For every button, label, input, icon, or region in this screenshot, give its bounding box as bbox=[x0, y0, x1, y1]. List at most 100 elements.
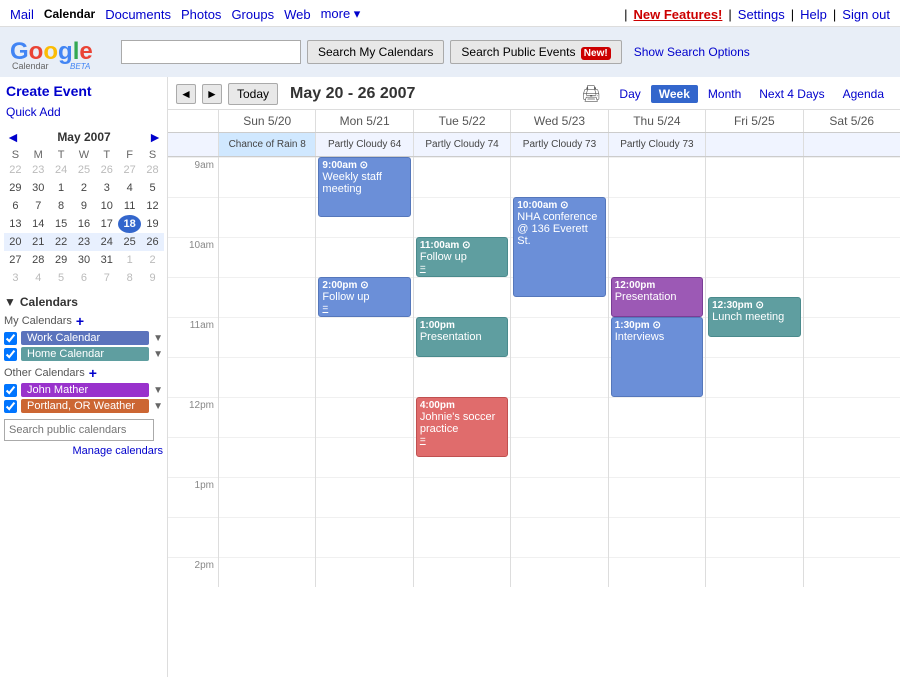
mini-cal-prev[interactable]: ◄ bbox=[4, 129, 22, 145]
search-input[interactable] bbox=[121, 40, 301, 64]
today-button[interactable]: Today bbox=[228, 83, 278, 105]
mini-cal-day[interactable]: 21 bbox=[27, 233, 50, 251]
view-month-button[interactable]: Month bbox=[700, 85, 749, 103]
mini-cal-day[interactable]: 14 bbox=[27, 215, 50, 233]
mini-cal-day[interactable]: 26 bbox=[141, 233, 164, 251]
new-features-link[interactable]: New Features! bbox=[634, 7, 723, 22]
day-column[interactable]: 10:00am ⊙NHA conference @ 136 Everett St… bbox=[510, 157, 607, 587]
mini-cal-day[interactable]: 10 bbox=[95, 197, 118, 215]
mini-cal-day[interactable]: 4 bbox=[118, 179, 141, 197]
mini-cal-day[interactable]: 8 bbox=[50, 197, 73, 215]
home-calendar-dropdown[interactable]: ▼ bbox=[153, 349, 163, 360]
create-event-link[interactable]: Create Event bbox=[4, 81, 163, 101]
add-other-calendar-button[interactable]: + bbox=[89, 365, 97, 381]
mini-cal-day[interactable]: 27 bbox=[4, 251, 27, 269]
mini-cal-day[interactable]: 3 bbox=[4, 269, 27, 287]
mini-cal-day[interactable]: 23 bbox=[73, 233, 96, 251]
calendar-event[interactable]: 1:30pm ⊙Interviews bbox=[611, 317, 703, 397]
prev-week-button[interactable]: ◄ bbox=[176, 84, 196, 104]
view-next4days-button[interactable]: Next 4 Days bbox=[751, 85, 832, 103]
mini-cal-day[interactable]: 29 bbox=[50, 251, 73, 269]
day-column[interactable] bbox=[218, 157, 315, 587]
print-icon[interactable]: 🖨 bbox=[581, 84, 601, 104]
settings-link[interactable]: Settings bbox=[738, 7, 785, 22]
mini-cal-day[interactable]: 30 bbox=[27, 179, 50, 197]
mini-cal-day[interactable]: 25 bbox=[73, 161, 96, 179]
day-column[interactable]: 9:00am ⊙Weekly staff meeting 2:00pm ⊙Foll… bbox=[315, 157, 412, 587]
mini-cal-day[interactable]: 24 bbox=[95, 233, 118, 251]
day-column[interactable]: 11:00am ⊙Follow up= 1:00pm Presentation 4:… bbox=[413, 157, 510, 587]
work-calendar-dropdown[interactable]: ▼ bbox=[153, 333, 163, 344]
mini-cal-day[interactable]: 28 bbox=[141, 161, 164, 179]
mini-cal-day[interactable]: 2 bbox=[73, 179, 96, 197]
mini-cal-day[interactable]: 23 bbox=[27, 161, 50, 179]
mini-cal-day[interactable]: 16 bbox=[73, 215, 96, 233]
mini-cal-day[interactable]: 20 bbox=[4, 233, 27, 251]
calendar-event[interactable]: 9:00am ⊙Weekly staff meeting bbox=[318, 157, 410, 217]
view-agenda-button[interactable]: Agenda bbox=[835, 85, 892, 103]
mini-cal-day[interactable]: 8 bbox=[118, 269, 141, 287]
portland-calendar-dropdown[interactable]: ▼ bbox=[153, 401, 163, 412]
search-public-calendars-input[interactable] bbox=[4, 419, 154, 441]
show-search-options-link[interactable]: Show Search Options bbox=[634, 45, 750, 59]
mini-cal-day[interactable]: 30 bbox=[73, 251, 96, 269]
nav-photos[interactable]: Photos bbox=[181, 7, 221, 22]
quick-add-link[interactable]: Quick Add bbox=[4, 103, 163, 121]
nav-web[interactable]: Web bbox=[284, 7, 311, 22]
help-link[interactable]: Help bbox=[800, 7, 827, 22]
calendar-event[interactable]: 12:30pm ⊙Lunch meeting bbox=[708, 297, 800, 337]
nav-more[interactable]: more ▾ bbox=[321, 6, 361, 22]
mini-cal-day[interactable]: 22 bbox=[50, 233, 73, 251]
mini-cal-day[interactable]: 18 bbox=[118, 215, 141, 233]
day-column[interactable]: 12:00pm Presentation1:30pm ⊙Interviews bbox=[608, 157, 705, 587]
view-day-button[interactable]: Day bbox=[611, 85, 648, 103]
manage-calendars-link[interactable]: Manage calendars bbox=[4, 445, 163, 457]
day-column[interactable] bbox=[803, 157, 900, 587]
mini-cal-day[interactable]: 12 bbox=[141, 197, 164, 215]
mini-cal-day[interactable]: 11 bbox=[118, 197, 141, 215]
mini-cal-day[interactable]: 9 bbox=[141, 269, 164, 287]
mini-cal-day[interactable]: 29 bbox=[4, 179, 27, 197]
john-calendar-dropdown[interactable]: ▼ bbox=[153, 385, 163, 396]
add-my-calendar-button[interactable]: + bbox=[76, 313, 84, 329]
calendar-event[interactable]: 4:00pm Johnie's soccer practice= bbox=[416, 397, 508, 457]
mini-cal-day[interactable]: 25 bbox=[118, 233, 141, 251]
portland-calendar-checkbox[interactable] bbox=[4, 400, 17, 413]
home-calendar-checkbox[interactable] bbox=[4, 348, 17, 361]
mini-cal-day[interactable]: 6 bbox=[73, 269, 96, 287]
mini-cal-day[interactable]: 6 bbox=[4, 197, 27, 215]
mini-cal-day[interactable]: 27 bbox=[118, 161, 141, 179]
calendar-event[interactable]: 10:00am ⊙NHA conference @ 136 Everett St… bbox=[513, 197, 605, 297]
mini-cal-day[interactable]: 1 bbox=[118, 251, 141, 269]
work-calendar-checkbox[interactable] bbox=[4, 332, 17, 345]
mini-cal-day[interactable]: 5 bbox=[50, 269, 73, 287]
calendar-event[interactable]: 1:00pm Presentation bbox=[416, 317, 508, 357]
search-my-calendars-button[interactable]: Search My Calendars bbox=[307, 40, 444, 64]
search-public-events-button[interactable]: Search Public Events New! bbox=[450, 40, 621, 64]
mini-cal-day[interactable]: 5 bbox=[141, 179, 164, 197]
john-calendar-checkbox[interactable] bbox=[4, 384, 17, 397]
mini-cal-day[interactable]: 2 bbox=[141, 251, 164, 269]
mini-cal-day[interactable]: 4 bbox=[27, 269, 50, 287]
next-week-button[interactable]: ► bbox=[202, 84, 222, 104]
mini-cal-day[interactable]: 26 bbox=[95, 161, 118, 179]
nav-mail[interactable]: Mail bbox=[10, 7, 34, 22]
signout-link[interactable]: Sign out bbox=[842, 7, 890, 22]
day-column[interactable]: 12:30pm ⊙Lunch meeting bbox=[705, 157, 802, 587]
mini-cal-day[interactable]: 7 bbox=[95, 269, 118, 287]
mini-cal-day[interactable]: 9 bbox=[73, 197, 96, 215]
mini-cal-day[interactable]: 22 bbox=[4, 161, 27, 179]
mini-cal-day[interactable]: 15 bbox=[50, 215, 73, 233]
mini-cal-day[interactable]: 1 bbox=[50, 179, 73, 197]
mini-cal-day[interactable]: 24 bbox=[50, 161, 73, 179]
nav-groups[interactable]: Groups bbox=[231, 7, 274, 22]
calendar-event[interactable]: 2:00pm ⊙Follow up= bbox=[318, 277, 410, 317]
calendar-event[interactable]: 11:00am ⊙Follow up= bbox=[416, 237, 508, 277]
mini-cal-day[interactable]: 3 bbox=[95, 179, 118, 197]
calendar-event[interactable]: 12:00pm Presentation bbox=[611, 277, 703, 317]
mini-cal-day[interactable]: 17 bbox=[95, 215, 118, 233]
mini-cal-day[interactable]: 7 bbox=[27, 197, 50, 215]
view-week-button[interactable]: Week bbox=[651, 85, 698, 103]
mini-cal-day[interactable]: 13 bbox=[4, 215, 27, 233]
mini-cal-day[interactable]: 28 bbox=[27, 251, 50, 269]
